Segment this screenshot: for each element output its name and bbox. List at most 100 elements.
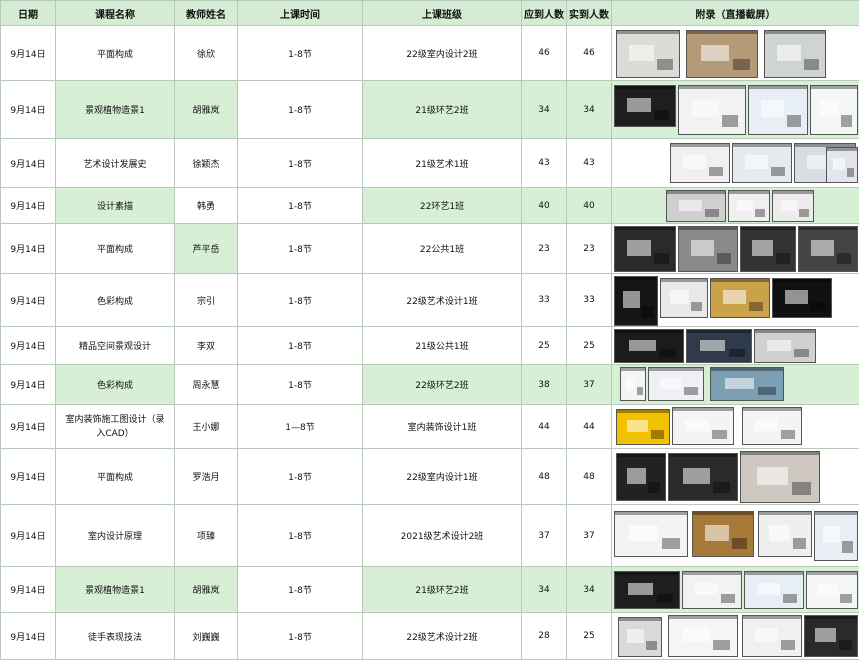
screenshot-thumbnail[interactable] bbox=[740, 451, 820, 503]
header-class: 上课班级 bbox=[363, 1, 522, 26]
screenshot-thumbnail[interactable] bbox=[616, 453, 666, 501]
cell-actual: 23 bbox=[567, 224, 612, 274]
cell-class: 2021级艺术设计2班 bbox=[363, 505, 522, 567]
cell-time: 1-8节 bbox=[238, 26, 363, 81]
screenshot-thumbnail[interactable] bbox=[710, 367, 784, 401]
cell-actual: 46 bbox=[567, 26, 612, 81]
screenshot-thumbnail[interactable] bbox=[692, 511, 754, 557]
screenshot-thumbnail[interactable] bbox=[666, 190, 726, 222]
cell-actual: 34 bbox=[567, 567, 612, 613]
cell-time: 1-8节 bbox=[238, 81, 363, 139]
header-teacher: 教师姓名 bbox=[175, 1, 238, 26]
cell-teacher: 韩勇 bbox=[175, 188, 238, 224]
cell-class: 22级室内设计2班 bbox=[363, 26, 522, 81]
cell-date: 9月14日 bbox=[1, 365, 56, 405]
screenshot-thumbnail[interactable] bbox=[678, 85, 746, 135]
cell-course: 精品空间景观设计 bbox=[56, 327, 175, 365]
screenshot-thumbnail[interactable] bbox=[678, 226, 738, 272]
table-row: 9月14日 平面构成 罗浩月 1-8节 22级室内设计1班 48 48 bbox=[1, 449, 859, 505]
screenshot-thumbnail[interactable] bbox=[740, 226, 796, 272]
header-date: 日期 bbox=[1, 1, 56, 26]
screenshot-thumbnail[interactable] bbox=[742, 615, 802, 657]
screenshot-thumbnail[interactable] bbox=[668, 615, 738, 657]
cell-time: 1-8节 bbox=[238, 613, 363, 660]
cell-teacher: 宗引 bbox=[175, 274, 238, 327]
screenshot-thumbnail[interactable] bbox=[648, 367, 704, 401]
screenshot-thumbnail[interactable] bbox=[668, 453, 738, 501]
table-row: 9月14日 平面构成 芦平岳 1-8节 22公共1班 23 23 bbox=[1, 224, 859, 274]
cell-date: 9月14日 bbox=[1, 81, 56, 139]
cell-teacher: 项臻 bbox=[175, 505, 238, 567]
screenshot-thumbnail[interactable] bbox=[660, 278, 708, 318]
cell-course: 景观植物造景1 bbox=[56, 567, 175, 613]
cell-course: 色彩构成 bbox=[56, 274, 175, 327]
cell-class: 21级艺术1班 bbox=[363, 139, 522, 188]
cell-time: 1-8节 bbox=[238, 505, 363, 567]
cell-actual: 40 bbox=[567, 188, 612, 224]
screenshot-thumbnail[interactable] bbox=[682, 571, 742, 609]
screenshot-thumbnail[interactable] bbox=[614, 571, 680, 609]
screenshot-thumbnail[interactable] bbox=[744, 571, 804, 609]
cell-date: 9月14日 bbox=[1, 274, 56, 327]
screenshot-thumbnail[interactable] bbox=[614, 85, 676, 127]
screenshot-thumbnail[interactable] bbox=[772, 190, 814, 222]
screenshot-thumbnail[interactable] bbox=[758, 511, 812, 557]
screenshot-thumbnail[interactable] bbox=[614, 226, 676, 272]
screenshot-thumbnail[interactable] bbox=[754, 329, 816, 363]
cell-expected: 37 bbox=[522, 505, 567, 567]
screenshot-thumbnail[interactable] bbox=[748, 85, 808, 135]
screenshot-thumbnail[interactable] bbox=[728, 190, 770, 222]
cell-time: 1-8节 bbox=[238, 567, 363, 613]
screenshot-thumbnail[interactable] bbox=[618, 617, 662, 657]
cell-actual: 25 bbox=[567, 613, 612, 660]
table-row: 9月14日 景观植物造景1 胡雅岚 1-8节 21级环艺2班 34 34 bbox=[1, 81, 859, 139]
header-actual: 实到人数 bbox=[567, 1, 612, 26]
cell-course: 设计素描 bbox=[56, 188, 175, 224]
header-course: 课程名称 bbox=[56, 1, 175, 26]
header-time: 上课时间 bbox=[238, 1, 363, 26]
table-row: 9月14日 设计素描 韩勇 1-8节 22环艺1班 40 40 bbox=[1, 188, 859, 224]
screenshot-thumbnail[interactable] bbox=[742, 407, 802, 445]
screenshot-thumbnail[interactable] bbox=[616, 30, 680, 78]
cell-date: 9月14日 bbox=[1, 567, 56, 613]
screenshot-thumbnail[interactable] bbox=[764, 30, 826, 78]
cell-time: 1-8节 bbox=[238, 139, 363, 188]
screenshot-thumbnail[interactable] bbox=[810, 85, 858, 135]
screenshot-thumbnail[interactable] bbox=[614, 511, 688, 557]
screenshot-thumbnail[interactable] bbox=[670, 143, 730, 183]
cell-class: 室内装饰设计1班 bbox=[363, 405, 522, 449]
screenshot-thumbnail[interactable] bbox=[826, 147, 858, 183]
screenshot-thumbnail[interactable] bbox=[814, 511, 858, 561]
cell-course: 景观植物造景1 bbox=[56, 81, 175, 139]
cell-actual: 37 bbox=[567, 505, 612, 567]
cell-date: 9月14日 bbox=[1, 505, 56, 567]
screenshot-thumbnail[interactable] bbox=[732, 143, 792, 183]
screenshot-thumbnail[interactable] bbox=[806, 571, 858, 609]
cell-appendix bbox=[612, 224, 859, 274]
cell-appendix bbox=[612, 274, 859, 327]
cell-teacher: 刘巍巍 bbox=[175, 613, 238, 660]
cell-expected: 40 bbox=[522, 188, 567, 224]
cell-actual: 48 bbox=[567, 449, 612, 505]
screenshot-thumbnail[interactable] bbox=[686, 329, 752, 363]
cell-teacher: 周永慧 bbox=[175, 365, 238, 405]
screenshot-thumbnail[interactable] bbox=[804, 615, 858, 657]
cell-course: 室内装饰施工图设计（录入CAD） bbox=[56, 405, 175, 449]
screenshot-thumbnail[interactable] bbox=[616, 409, 670, 445]
screenshot-thumbnail[interactable] bbox=[672, 407, 734, 445]
table-row: 9月14日 精品空间景观设计 李双 1-8节 21级公共1班 25 25 bbox=[1, 327, 859, 365]
screenshot-thumbnail[interactable] bbox=[614, 276, 658, 326]
cell-time: 1-8节 bbox=[238, 274, 363, 327]
cell-course: 平面构成 bbox=[56, 224, 175, 274]
screenshot-thumbnail[interactable] bbox=[686, 30, 758, 78]
table-row: 9月14日 室内设计原理 项臻 1-8节 2021级艺术设计2班 37 37 bbox=[1, 505, 859, 567]
cell-appendix bbox=[612, 365, 859, 405]
cell-class: 22环艺1班 bbox=[363, 188, 522, 224]
cell-expected: 48 bbox=[522, 449, 567, 505]
screenshot-thumbnail[interactable] bbox=[772, 278, 832, 318]
cell-date: 9月14日 bbox=[1, 405, 56, 449]
screenshot-thumbnail[interactable] bbox=[620, 367, 646, 401]
screenshot-thumbnail[interactable] bbox=[798, 226, 858, 272]
screenshot-thumbnail[interactable] bbox=[710, 278, 770, 318]
screenshot-thumbnail[interactable] bbox=[614, 329, 684, 363]
